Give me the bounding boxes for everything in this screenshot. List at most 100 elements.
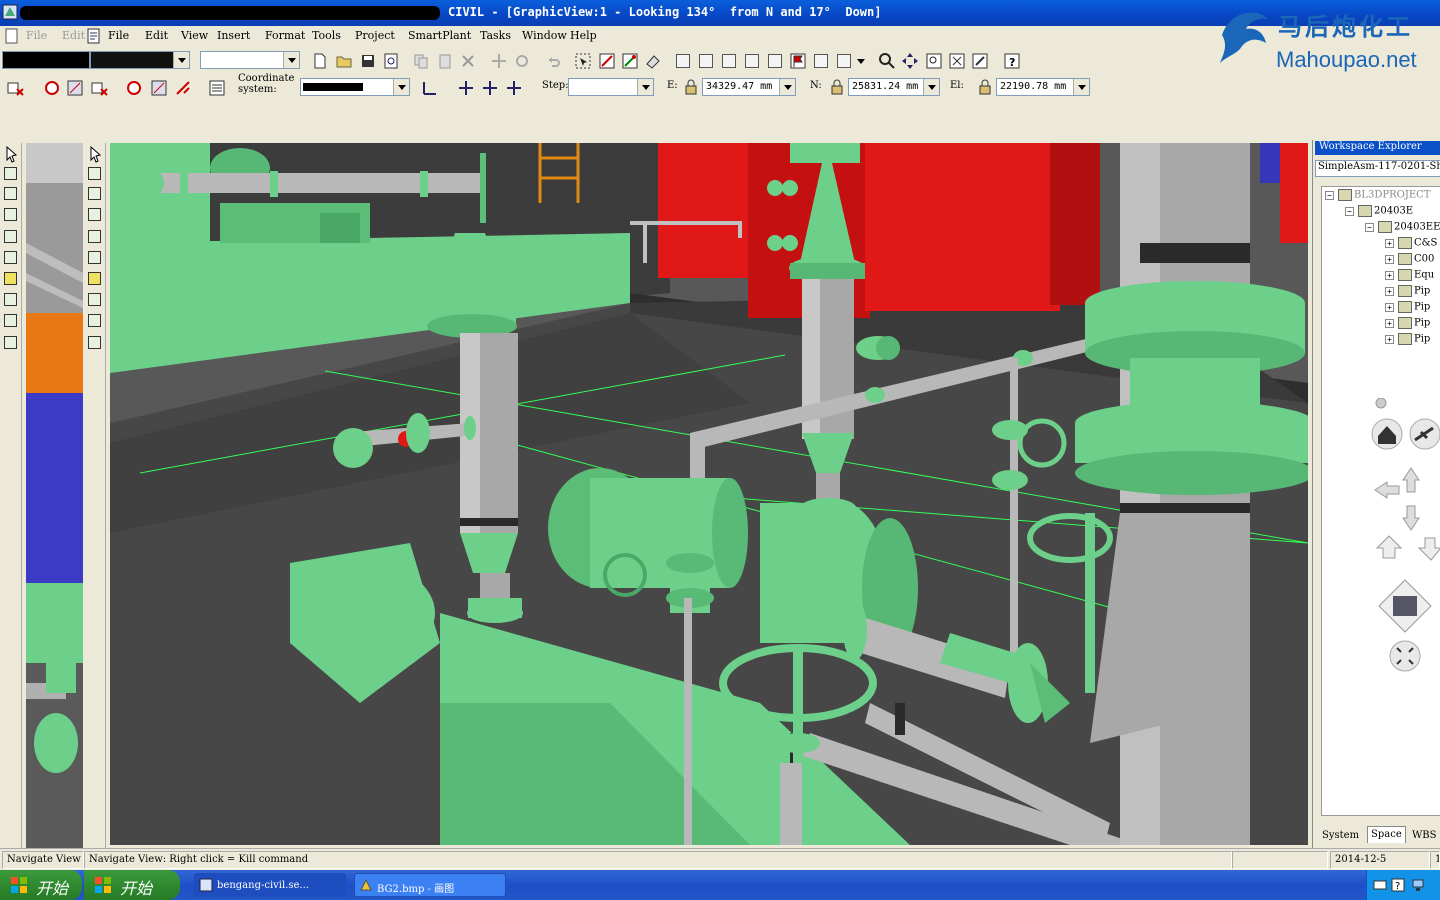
view-button-4[interactable] (742, 51, 760, 69)
select-arrow-button[interactable] (2, 145, 20, 163)
tool-button-7[interactable] (2, 270, 20, 288)
tree-node-piping-4[interactable]: Pip (1398, 333, 1430, 345)
snap-button-2[interactable] (480, 78, 498, 96)
doc-icon[interactable] (86, 28, 102, 44)
tree-node-equipment[interactable]: Equ (1398, 269, 1434, 281)
tab-space[interactable]: Space (1367, 826, 1406, 843)
properties-button[interactable] (207, 78, 225, 96)
tool-button-5[interactable] (2, 228, 20, 246)
el-coordinate-field[interactable]: 22190.78 mm (996, 78, 1090, 96)
expand-toggle[interactable]: + (1385, 239, 1394, 248)
snap-button-1[interactable] (456, 78, 474, 96)
expand-toggle[interactable]: + (1385, 335, 1394, 344)
start-button-2[interactable]: 开始 (84, 870, 180, 900)
chevron-down-icon[interactable] (1073, 79, 1089, 95)
lock-icon[interactable] (978, 79, 992, 95)
collapse-toggle[interactable]: − (1345, 207, 1354, 216)
tree-node-piping-3[interactable]: Pip (1398, 317, 1430, 329)
tool-button-9[interactable] (2, 312, 20, 330)
tool-button-8[interactable] (2, 291, 20, 309)
tree-node-project[interactable]: BL3DPROJECT (1338, 189, 1430, 201)
expand-toggle[interactable]: + (1385, 255, 1394, 264)
query-multi-button[interactable] (65, 78, 83, 96)
measure-button[interactable] (597, 51, 615, 69)
menu-insert[interactable]: Insert (217, 29, 250, 42)
tool-button-b6[interactable] (86, 249, 104, 267)
chevron-down-icon[interactable] (283, 52, 299, 68)
view-button-3[interactable] (719, 51, 737, 69)
tool-button-b4[interactable] (86, 206, 104, 224)
tool-button-b5[interactable] (86, 228, 104, 246)
tool-button-10[interactable] (2, 334, 20, 352)
help-button[interactable]: ? (1002, 51, 1020, 69)
save-button[interactable] (358, 51, 376, 69)
zoom-button[interactable] (877, 51, 895, 69)
menu-window[interactable]: Window (522, 29, 567, 42)
step-combo[interactable] (568, 78, 654, 96)
tab-system[interactable]: System (1319, 828, 1362, 845)
tree-node-c00[interactable]: C00 (1398, 253, 1434, 265)
chevron-down-icon[interactable] (173, 52, 189, 68)
menu-smartplant[interactable]: SmartPlant (408, 29, 471, 42)
walk-button[interactable] (970, 51, 988, 69)
pinpoint-button[interactable] (620, 51, 638, 69)
view-button-2[interactable] (696, 51, 714, 69)
network-icon[interactable] (1411, 878, 1425, 892)
tool-button-b3[interactable] (86, 185, 104, 203)
workspace-filter-combo[interactable]: SimpleAsm-117-0201-Sh (1315, 160, 1440, 177)
keyboard-icon[interactable] (1373, 878, 1387, 892)
tool-button-b8[interactable] (86, 291, 104, 309)
view-button-5[interactable] (765, 51, 783, 69)
tool-button-2[interactable] (2, 165, 20, 183)
expand-toggle[interactable]: + (1385, 319, 1394, 328)
expand-toggle[interactable]: + (1385, 271, 1394, 280)
task-bengang-civil[interactable]: bengang-civil.se... (194, 873, 346, 897)
help-tray-icon[interactable]: ? (1391, 878, 1405, 892)
filter-multi-button[interactable] (149, 78, 167, 96)
fit-button[interactable] (947, 51, 965, 69)
task-paint[interactable]: BG2.bmp - 画图 (354, 873, 506, 897)
n-coordinate-field[interactable]: 25831.24 mm (848, 78, 940, 96)
start-button[interactable]: 开始 (0, 870, 82, 900)
view-button-7[interactable] (811, 51, 829, 69)
tool-button-6[interactable] (2, 249, 20, 267)
snap-button-3[interactable] (504, 78, 522, 96)
tool-button-b7[interactable] (86, 270, 104, 288)
lock-icon[interactable] (830, 79, 844, 95)
open-button[interactable] (334, 51, 352, 69)
paste-button[interactable] (435, 51, 453, 69)
collapse-toggle[interactable]: − (1365, 223, 1374, 232)
menu-tasks[interactable]: Tasks (480, 29, 511, 42)
eraser-button[interactable] (643, 51, 661, 69)
chevron-down-icon[interactable] (779, 79, 795, 95)
expand-toggle[interactable]: + (1385, 287, 1394, 296)
tree-node-unit[interactable]: 20403EE (1378, 221, 1440, 233)
select-arrow-button-2[interactable] (86, 145, 104, 163)
menu-format[interactable]: Format (265, 29, 305, 42)
tool-button-b2[interactable] (86, 165, 104, 183)
delete-button[interactable] (458, 51, 476, 69)
rotate-button[interactable] (512, 51, 530, 69)
copy-button[interactable] (411, 51, 429, 69)
filter-button[interactable] (124, 78, 142, 96)
view-button-8[interactable] (834, 51, 852, 69)
menu-edit[interactable]: Edit (145, 29, 168, 42)
refresh-button[interactable] (381, 51, 399, 69)
chevron-down-icon[interactable] (637, 79, 653, 95)
tool-button-3[interactable] (2, 185, 20, 203)
e-coordinate-field[interactable]: 34329.47 mm (702, 78, 796, 96)
filter-combo[interactable] (200, 51, 300, 69)
menu-help[interactable]: Help (570, 29, 597, 42)
new-button[interactable] (310, 51, 328, 69)
view-button-6[interactable] (788, 51, 806, 69)
workspace-combo[interactable] (90, 51, 190, 69)
tree-node-cs[interactable]: C&S (1398, 237, 1437, 249)
tab-wbs[interactable]: WBS (1409, 828, 1439, 845)
menu-project[interactable]: Project (355, 29, 395, 42)
tool-button-b10[interactable] (86, 334, 104, 352)
expand-toggle[interactable]: + (1385, 303, 1394, 312)
view-button-1[interactable] (673, 51, 691, 69)
select-tool-button[interactable] (573, 51, 591, 69)
collapse-toggle[interactable]: − (1325, 191, 1334, 200)
zoom-area-button[interactable] (924, 51, 942, 69)
